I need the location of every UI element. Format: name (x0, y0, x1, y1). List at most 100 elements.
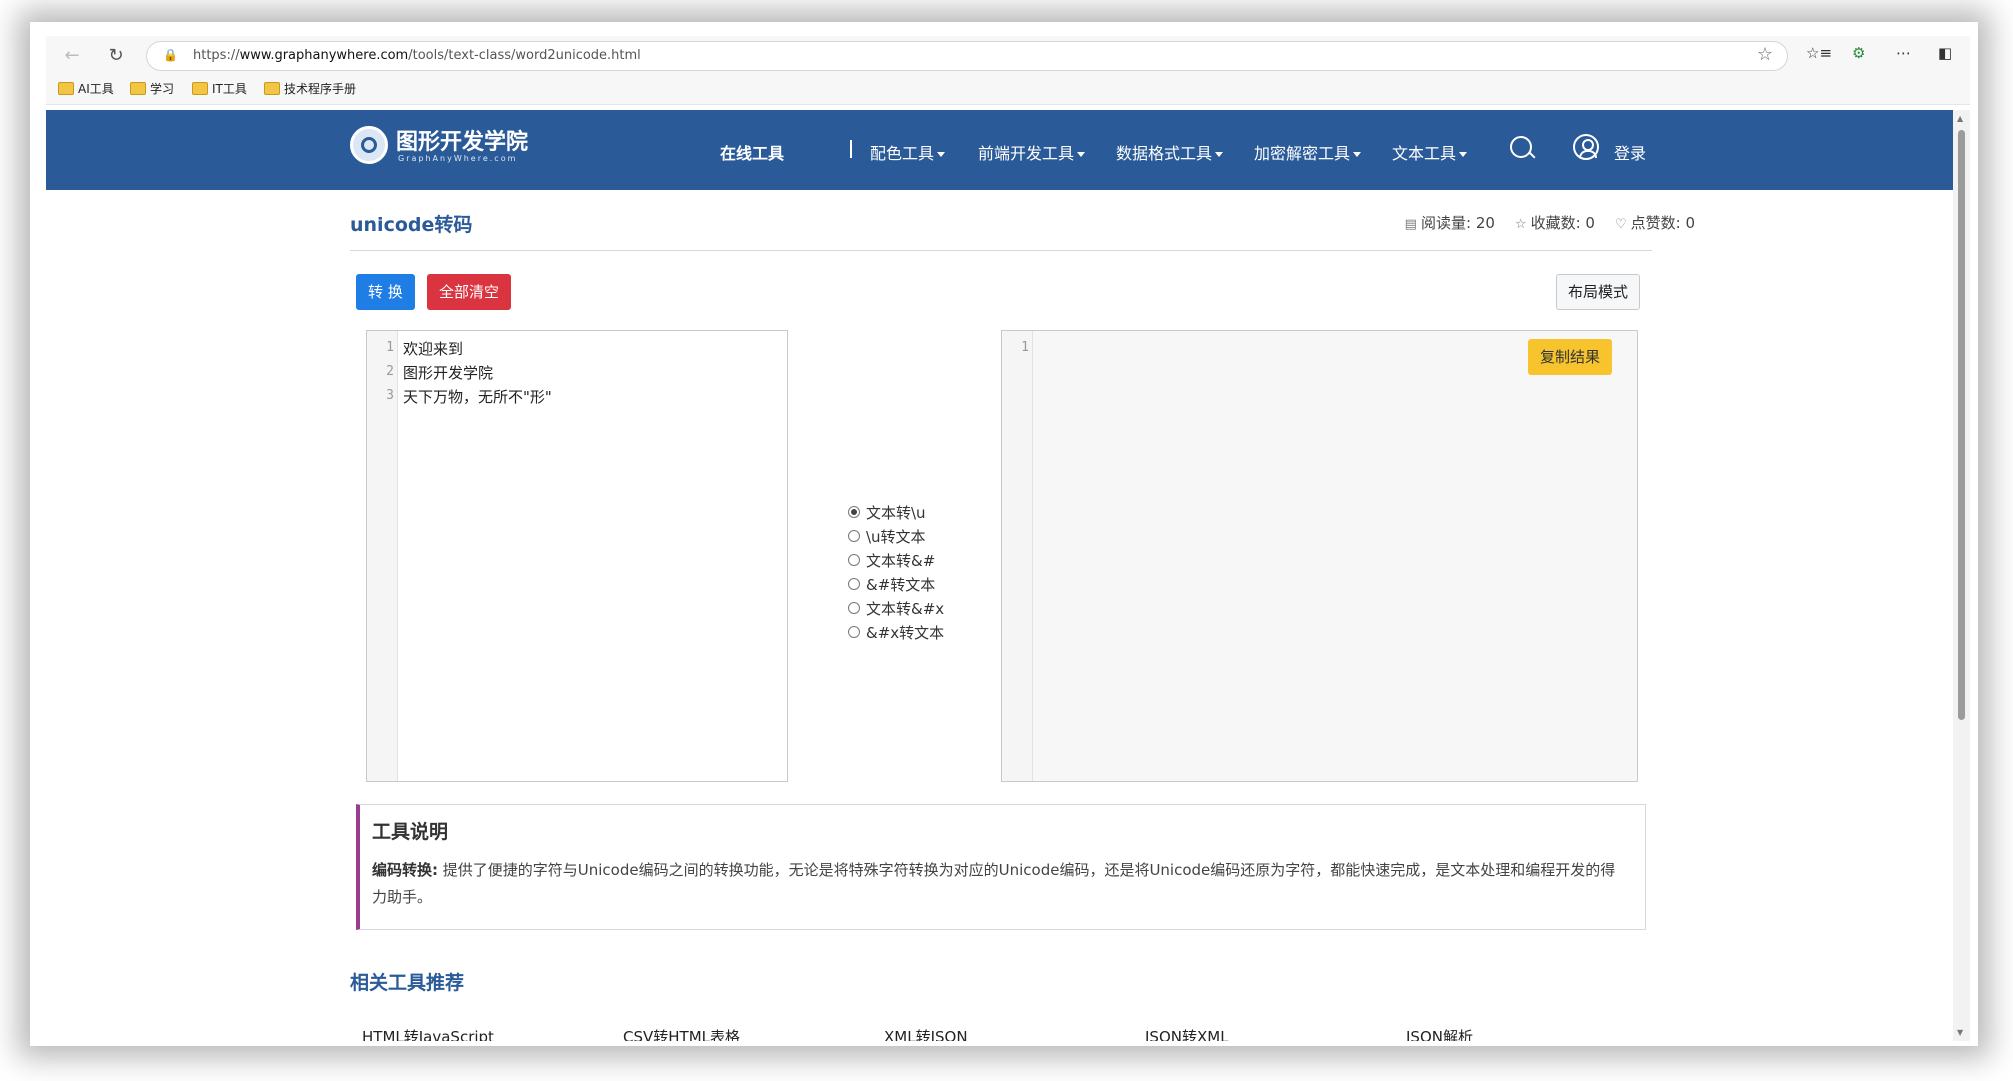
input-editor[interactable]: 1 2 3 欢迎来到 图形开发学院 天下万物，无所不"形" (366, 330, 788, 782)
caret-down-icon (1459, 152, 1468, 157)
mode-text-to-u[interactable]: 文本转\u (848, 500, 944, 524)
page-scrollbar[interactable]: ▲ ▼ (1953, 110, 1970, 1041)
line-number: 1 (1021, 340, 1029, 355)
favorite-count[interactable]: ☆ 收藏数: 0 (1515, 212, 1595, 233)
clear-all-button[interactable]: 全部清空 (427, 274, 512, 310)
read-count-label: 阅读量: (1420, 214, 1472, 232)
favorite-count-value: 0 (1585, 214, 1595, 232)
favorite-star-icon[interactable]: ☆ (1757, 44, 1773, 65)
nav-data-format-tools[interactable]: 数据格式工具 (1116, 140, 1224, 164)
related-tools-title: 相关工具推荐 (350, 972, 465, 994)
description-body: 提供了便捷的字符与Unicode编码之间的转换功能，无论是将特殊字符转换为对应的… (372, 861, 1616, 906)
folder-icon (192, 82, 208, 95)
caret-down-icon (1353, 152, 1362, 157)
nav-label: 前端开发工具 (978, 144, 1075, 163)
caret-down-icon (1215, 152, 1224, 157)
mode-label: \u转文本 (866, 527, 926, 546)
extension-icon[interactable]: ⚙ (1852, 44, 1865, 62)
mode-label: 文本转&#x (866, 599, 945, 618)
description-heading: 工具说明 (372, 821, 449, 843)
more-options-icon[interactable]: ⋯ (1896, 44, 1911, 62)
nav-frontend-tools[interactable]: 前端开发工具 (978, 140, 1086, 164)
book-icon: ▤ (1404, 217, 1417, 232)
mode-label: &#转文本 (866, 575, 936, 594)
bookmark-manuals[interactable]: 技术程序手册 (264, 80, 356, 97)
favorites-list-icon[interactable]: ☆≡ (1806, 44, 1832, 62)
layout-mode-button[interactable]: 布局模式 (1556, 274, 1641, 310)
favorite-count-label: 收藏数: (1530, 214, 1581, 232)
read-count: ▤ 阅读量: 20 (1405, 212, 1495, 233)
scroll-up-icon[interactable]: ▲ (1957, 114, 1963, 123)
bookmark-study[interactable]: 学习 (130, 80, 174, 97)
convert-button[interactable]: 转 换 (356, 274, 415, 310)
bookmarks-bar: AI工具 学习 IT工具 技术程序手册 (46, 74, 1970, 105)
folder-icon (58, 82, 74, 95)
like-count[interactable]: ♡ 点赞数: 0 (1615, 212, 1695, 233)
lock-icon: 🔒 (163, 48, 178, 62)
related-tool-link[interactable]: XML转JSON (884, 1026, 968, 1041)
mode-text-to-ampx[interactable]: 文本转&#x (848, 596, 944, 620)
bookmark-ai-tools[interactable]: AI工具 (58, 80, 114, 97)
radio-icon[interactable] (848, 554, 860, 566)
like-count-value: 0 (1685, 214, 1695, 232)
bookmark-label: 技术程序手册 (284, 82, 357, 96)
input-line[interactable]: 欢迎来到 (403, 338, 463, 359)
copy-result-button[interactable]: 复制结果 (1528, 339, 1613, 375)
login-link[interactable]: 登录 (1614, 140, 1646, 164)
mode-ampx-to-text[interactable]: &#x转文本 (848, 620, 944, 644)
line-number: 2 (386, 364, 394, 379)
browser-window: ← ↻ 🔒 https://www.graphanywhere.com/tool… (46, 36, 1970, 1041)
read-count-value: 20 (1475, 214, 1495, 232)
folder-icon (264, 82, 280, 95)
input-line[interactable]: 图形开发学院 (403, 362, 493, 383)
title-divider (350, 250, 1652, 251)
related-tool-link[interactable]: JSON解析 (1406, 1026, 1473, 1041)
nav-color-tools[interactable]: 配色工具 (870, 140, 946, 164)
search-icon[interactable] (1510, 136, 1532, 158)
mode-text-to-amp[interactable]: 文本转&# (848, 548, 944, 572)
scroll-down-icon[interactable]: ▼ (1957, 1028, 1963, 1037)
line-number: 1 (386, 340, 394, 355)
scrollbar-thumb[interactable] (1958, 130, 1965, 720)
address-bar-row: ← ↻ 🔒 https://www.graphanywhere.com/tool… (46, 36, 1970, 74)
star-icon: ☆ (1514, 217, 1527, 232)
like-count-label: 点赞数: (1630, 214, 1681, 232)
mode-u-to-text[interactable]: \u转文本 (848, 524, 944, 548)
output-editor[interactable]: 1 复制结果 (1001, 330, 1638, 782)
mode-amp-to-text[interactable]: &#转文本 (848, 572, 944, 596)
nav-separator (850, 140, 852, 158)
description-label: 编码转换: (372, 861, 438, 879)
nav-text-tools[interactable]: 文本工具 (1392, 140, 1468, 164)
mode-label: 文本转\u (866, 503, 926, 522)
radio-icon[interactable] (848, 530, 860, 542)
site-header: 图形开发学院 GraphAnyWhere.com 在线工具 配色工具 前端开发工… (46, 110, 1953, 190)
caret-down-icon (1077, 152, 1086, 157)
nav-label: 加密解密工具 (1254, 144, 1351, 163)
line-number-gutter (1002, 331, 1033, 781)
logo-text[interactable]: 图形开发学院 (396, 124, 528, 156)
input-line[interactable]: 天下万物，无所不"形" (403, 386, 552, 407)
refresh-icon[interactable]: ↻ (102, 42, 130, 70)
logo-subtitle: GraphAnyWhere.com (398, 154, 518, 163)
nav-online-tools[interactable]: 在线工具 (720, 140, 784, 164)
radio-selected-icon[interactable] (848, 506, 860, 518)
sidebar-toggle-icon[interactable]: ◧ (1938, 44, 1952, 62)
logo-icon[interactable] (350, 126, 388, 164)
bookmark-label: AI工具 (78, 82, 114, 96)
related-tool-link[interactable]: JSON转XML (1145, 1026, 1229, 1041)
caret-down-icon (937, 152, 946, 157)
mode-label: &#x转文本 (866, 623, 945, 642)
tool-description: 工具说明 编码转换: 提供了便捷的字符与Unicode编码之间的转换功能，无论是… (356, 804, 1646, 930)
bookmark-it-tools[interactable]: IT工具 (192, 80, 247, 97)
back-arrow-icon[interactable]: ← (58, 42, 86, 70)
nav-label: 配色工具 (870, 144, 935, 163)
radio-icon[interactable] (848, 626, 860, 638)
radio-icon[interactable] (848, 578, 860, 590)
url-input[interactable]: 🔒 https://www.graphanywhere.com/tools/te… (146, 41, 1788, 71)
related-tool-link[interactable]: CSV转HTML表格 (623, 1026, 740, 1041)
radio-icon[interactable] (848, 602, 860, 614)
user-icon[interactable] (1573, 134, 1599, 160)
nav-label: 文本工具 (1392, 144, 1457, 163)
nav-crypto-tools[interactable]: 加密解密工具 (1254, 140, 1362, 164)
related-tool-link[interactable]: HTML转JavaScript (362, 1026, 494, 1041)
